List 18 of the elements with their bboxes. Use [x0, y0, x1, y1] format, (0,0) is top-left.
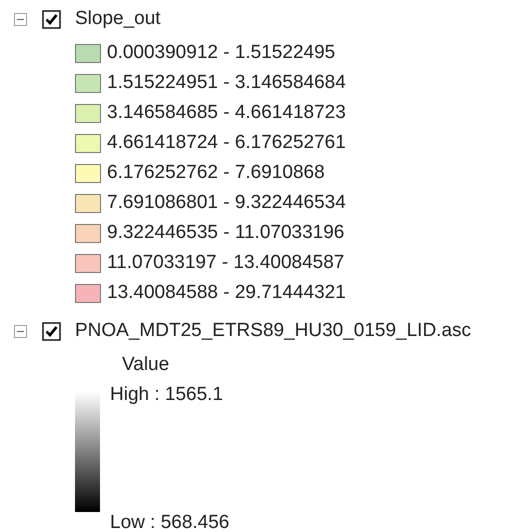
collapse-icon[interactable] — [14, 12, 27, 26]
layer-name[interactable]: PNOA_MDT25_ETRS89_HU30_0159_LID.asc — [75, 320, 472, 342]
collapse-icon[interactable] — [14, 324, 27, 338]
class-label: 4.661418724 - 6.176252761 — [107, 132, 346, 154]
class-label: 6.176252762 - 7.6910868 — [107, 162, 325, 184]
layer-name[interactable]: Slope_out — [75, 8, 161, 30]
high-label: High : 1565.1 — [110, 384, 224, 406]
class-label: 0.000390912 - 1.51522495 — [107, 42, 336, 64]
checkbox[interactable] — [42, 322, 61, 340]
class-label: 9.322446535 - 11.07033196 — [107, 222, 344, 244]
class-label: 11.07033197 - 13.40084587 — [107, 252, 344, 274]
checkbox[interactable] — [42, 10, 61, 28]
class-label: 13.40084588 - 29.71444321 — [107, 282, 346, 304]
class-label: 3.146584685 - 4.661418723 — [107, 102, 346, 124]
class-label: 7.691086801 - 9.322446534 — [107, 192, 346, 214]
low-label: Low : 568.456 — [110, 512, 230, 532]
class-label: 1.515224951 - 3.146584684 — [107, 72, 346, 94]
field-label: Value — [122, 353, 170, 377]
